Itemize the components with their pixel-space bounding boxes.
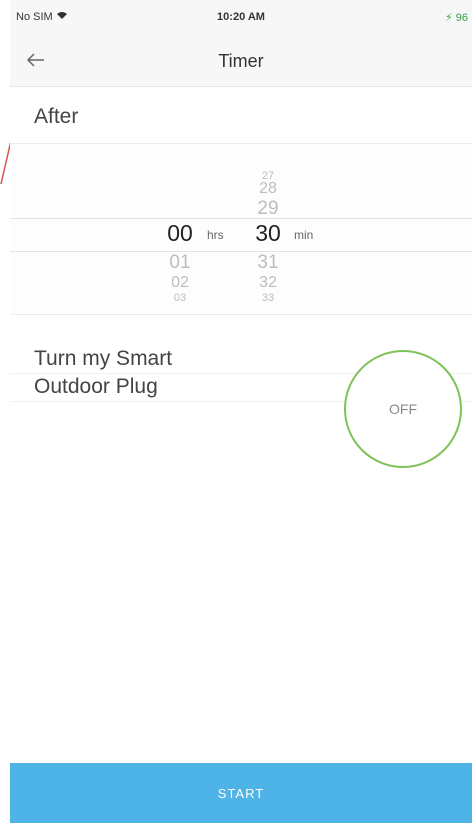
action-label-line2: Outdoor Plug	[34, 375, 158, 398]
action-row: Turn my Smart Outdoor Plug OFF	[10, 315, 472, 485]
status-bar: No SIM 10:20 AM ⚡ 96	[10, 0, 472, 34]
phone-screen: No SIM 10:20 AM ⚡ 96 Timer After 00 01 0…	[10, 0, 472, 823]
battery-indicator: ⚡ 96	[445, 11, 468, 24]
minutes-unit: min	[294, 228, 314, 242]
hours-selected: 00	[167, 220, 193, 246]
minutes-option[interactable]: 33	[248, 292, 288, 304]
start-button-label: START	[217, 785, 265, 801]
navigation-bar: Timer	[10, 34, 472, 87]
picker-selection-band	[10, 218, 472, 252]
after-label: After	[34, 105, 79, 128]
action-label: Turn my Smart Outdoor Plug	[34, 345, 254, 401]
minutes-option[interactable]: 28	[248, 180, 288, 198]
after-row: After	[10, 87, 472, 144]
minutes-option[interactable]: 31	[248, 252, 288, 274]
time-picker[interactable]: 00 01 02 03 hrs 27 28 29 30 31 32 33 min	[10, 144, 472, 315]
minutes-selected: 30	[255, 220, 281, 246]
hours-option[interactable]: 02	[160, 274, 200, 292]
timer-content: After 00 01 02 03 hrs 27 28 29 30 31 32 …	[10, 87, 472, 763]
minutes-option[interactable]: 29	[248, 198, 288, 220]
power-toggle-button[interactable]: OFF	[344, 350, 462, 468]
minutes-option[interactable]: 32	[248, 274, 288, 292]
hours-option[interactable]: 01	[160, 252, 200, 274]
hours-unit: hrs	[207, 228, 224, 242]
page-title: Timer	[218, 51, 264, 71]
charging-icon: ⚡	[444, 12, 453, 24]
battery-percent: 96	[455, 12, 468, 24]
power-toggle-label: OFF	[389, 401, 417, 417]
start-button[interactable]: START	[10, 763, 472, 823]
action-label-line1: Turn my Smart	[34, 347, 173, 370]
hours-option[interactable]: 03	[160, 292, 200, 304]
status-time: 10:20 AM	[217, 11, 265, 23]
